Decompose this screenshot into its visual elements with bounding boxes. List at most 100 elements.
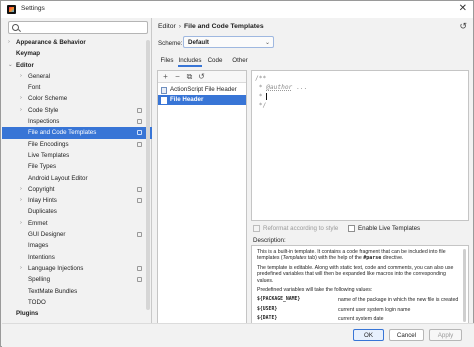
tab-code[interactable]: Code <box>206 54 224 67</box>
reset-icon[interactable]: ↺ <box>459 21 467 32</box>
sidebar-item[interactable]: Live Templates <box>2 150 152 161</box>
sidebar-item[interactable]: Spelling <box>2 274 152 285</box>
chevron-right-icon[interactable]: › <box>20 263 22 274</box>
scheme-value: Default <box>188 39 209 46</box>
sidebar-item-label: Images <box>28 242 49 250</box>
sidebar-item-label: Inlay Hints <box>28 197 57 205</box>
chevron-right-icon[interactable]: › <box>20 184 22 195</box>
tab-files[interactable]: Files <box>158 54 176 67</box>
sidebar-item-label: Keymap <box>16 50 41 58</box>
sidebar-item[interactable]: TextMate Bundles <box>2 286 152 297</box>
sidebar-item[interactable]: › General <box>2 71 152 82</box>
sidebar-item[interactable]: Duplicates <box>2 206 152 217</box>
template-list: ActionScript File Header File Header <box>158 85 246 105</box>
chevron-right-icon[interactable]: › <box>20 71 22 82</box>
tab-includes[interactable]: Includes <box>178 54 202 67</box>
template-list-panel: + − ⧉ ↺ ActionScript File Header File Hea… <box>157 70 247 324</box>
project-scope-icon <box>137 232 142 238</box>
file-icon <box>161 97 167 104</box>
sidebar-item-label: Color Scheme <box>28 95 68 103</box>
sidebar-item[interactable]: Font <box>2 82 152 93</box>
description-box: This is a built-in template. It contains… <box>251 245 469 324</box>
sidebar-item-label: GUI Designer <box>28 231 66 239</box>
description-paragraph: The template is editable. Along with sta… <box>257 264 454 284</box>
project-scope-icon <box>137 119 142 125</box>
template-options: Reformat according to style Enable Live … <box>253 224 468 234</box>
sidebar-item[interactable]: File Encodings <box>2 139 152 150</box>
sidebar-item[interactable]: › Appearance & Behavior <box>2 37 152 48</box>
sidebar-item[interactable]: › Color Scheme <box>2 93 152 104</box>
project-scope-icon <box>137 277 142 283</box>
template-list-item[interactable]: ActionScript File Header <box>158 85 246 95</box>
live-templates-checkbox[interactable] <box>348 225 355 232</box>
chevron-right-icon[interactable]: › <box>20 195 22 206</box>
sidebar-item[interactable]: GUI Designer <box>2 229 152 240</box>
file-icon <box>161 87 167 94</box>
sidebar-item[interactable]: Plugins <box>2 308 152 319</box>
sidebar-item-label: Spelling <box>28 276 51 284</box>
description-text-part: #parse <box>363 255 382 262</box>
breadcrumb-current: File and Code Templates <box>184 23 264 30</box>
tab-other[interactable]: Other <box>230 54 250 67</box>
editor-line: * <box>255 92 268 101</box>
description-paragraph: Predefined variables will take the follo… <box>257 287 373 294</box>
sidebar-item[interactable]: › Code Style <box>2 105 152 116</box>
sidebar-item-label: Live Templates <box>28 151 70 159</box>
sidebar-item[interactable]: › Copyright <box>2 184 152 195</box>
breadcrumb-separator-icon: › <box>178 23 182 30</box>
sidebar-item[interactable]: › Emmet <box>2 218 152 229</box>
sidebar-item[interactable]: › Language Injections <box>2 263 152 274</box>
variable-name: ${USER} <box>257 306 278 312</box>
variable-description: name of the package in which the new fil… <box>338 297 459 304</box>
main-panel: Editor › File and Code Templates ↺ Scheme:… <box>153 18 473 324</box>
sidebar-item[interactable]: Android Layout Editor <box>2 173 152 184</box>
close-icon[interactable]: ✕ <box>459 3 467 14</box>
sidebar-item[interactable]: File Types <box>2 161 152 172</box>
cancel-button[interactable]: Cancel <box>389 329 424 341</box>
description-text-part: directive. <box>381 255 404 262</box>
copy-icon[interactable]: ⧉ <box>185 72 194 81</box>
template-list-item[interactable]: File Header <box>158 95 246 105</box>
ok-button[interactable]: OK <box>353 329 384 341</box>
remove-icon[interactable]: − <box>173 72 182 81</box>
sidebar-item[interactable]: Keymap <box>2 48 152 59</box>
project-scope-icon <box>137 107 142 113</box>
variable-name: ${PACKAGE_NAME} <box>257 297 301 303</box>
editor-line: */ <box>255 102 267 109</box>
search-input[interactable] <box>8 21 148 34</box>
chevron-down-icon: ⌄ <box>264 40 270 46</box>
chevron-right-icon[interactable]: › <box>8 37 10 48</box>
breadcrumb-parent[interactable]: Editor <box>158 23 176 30</box>
chevron-right-icon[interactable]: › <box>20 105 22 116</box>
sidebar-item-label: Appearance & Behavior <box>16 39 86 46</box>
sidebar-item[interactable]: File and Code Templates <box>2 127 152 139</box>
sidebar-item[interactable]: TODO <box>2 297 152 308</box>
template-editor[interactable]: /** * @author ... * */ <box>251 70 469 221</box>
add-icon[interactable]: + <box>161 72 170 81</box>
sidebar-item[interactable]: Intentions <box>2 252 152 263</box>
sidebar-item[interactable]: Inspections <box>2 116 152 127</box>
sidebar-item[interactable]: Images <box>2 240 152 251</box>
project-scope-icon <box>137 198 142 204</box>
variable-name: ${DATE} <box>257 316 278 322</box>
editor-line: * @author ... <box>255 83 307 92</box>
description-scrollbar[interactable] <box>463 249 466 322</box>
sidebar-scrollbar[interactable] <box>146 40 150 310</box>
chevron-right-icon[interactable]: › <box>20 93 22 104</box>
template-toolbar: + − ⧉ ↺ <box>158 71 246 83</box>
chevron-right-icon[interactable]: › <box>20 218 22 229</box>
reset-template-icon[interactable]: ↺ <box>197 72 206 81</box>
sidebar-item[interactable]: ⌄ Editor <box>2 60 152 71</box>
scheme-dropdown[interactable]: Default ⌄ <box>183 36 274 48</box>
live-templates-label[interactable]: Enable Live Templates <box>358 225 420 232</box>
sidebar-item-label: Plugins <box>16 310 39 318</box>
chevron-down-icon[interactable]: ⌄ <box>8 60 13 71</box>
variable-description: current system date <box>338 316 384 323</box>
apply-button[interactable]: Apply <box>429 329 462 341</box>
project-scope-icon <box>137 130 142 136</box>
variable-row: ${USER} current user system login name <box>257 306 459 316</box>
sidebar-item-label: Duplicates <box>28 208 57 216</box>
sidebar-item-label: Inspections <box>28 118 60 126</box>
sidebar-item[interactable]: › Inlay Hints <box>2 195 152 206</box>
reformat-checkbox <box>253 225 260 232</box>
